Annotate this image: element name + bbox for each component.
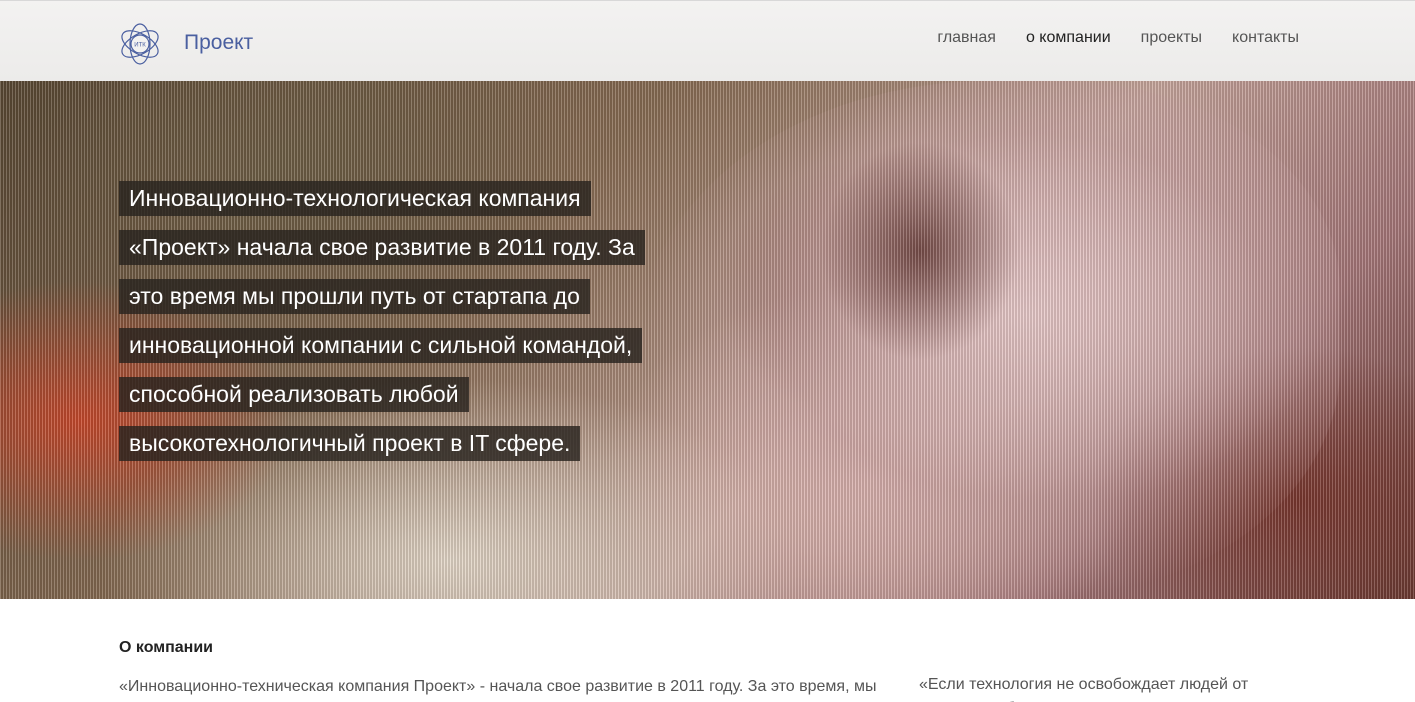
- hero-line: «Проект» начала свое развитие в 2011 год…: [119, 230, 645, 265]
- main-nav: главная о компании проекты контакты: [937, 29, 1299, 47]
- logo[interactable]: ИТК Проект: [118, 17, 258, 71]
- atom-logo-icon: ИТК: [121, 23, 159, 65]
- hero-line: это время мы прошли путь от стартапа до: [119, 279, 590, 314]
- quote-paragraph: «Если технология не освобождает людей от…: [919, 676, 1249, 702]
- nav-item-home[interactable]: главная: [937, 29, 996, 47]
- section-title: О компании: [119, 639, 213, 656]
- about-section: О компании «Инновационно-техническая ком…: [0, 599, 1415, 702]
- about-paragraph: «Инновационно-техническая компания Проек…: [119, 678, 877, 695]
- hero-line: инновационной компании с сильной командо…: [119, 328, 643, 363]
- nav-item-contacts[interactable]: контакты: [1232, 29, 1299, 47]
- hero-line: способной реализовать любой: [119, 377, 469, 412]
- hero-banner: Инновационно-технологическая компания «П…: [0, 81, 1415, 599]
- hero-text: Инновационно-технологическая компания «П…: [119, 181, 645, 475]
- logo-text: Проект: [184, 31, 254, 54]
- hero-line: Инновационно-технологическая компания: [119, 181, 591, 216]
- nav-item-about[interactable]: о компании: [1026, 29, 1111, 47]
- site-header: ИТК Проект главная о компании проекты ко…: [0, 0, 1415, 81]
- hero-image-shadow: [820, 141, 1020, 361]
- hero-line: высокотехнологичный проект в IT сфере.: [119, 426, 581, 461]
- logo-badge-text: ИТК: [134, 43, 146, 49]
- nav-item-projects[interactable]: проекты: [1141, 29, 1202, 47]
